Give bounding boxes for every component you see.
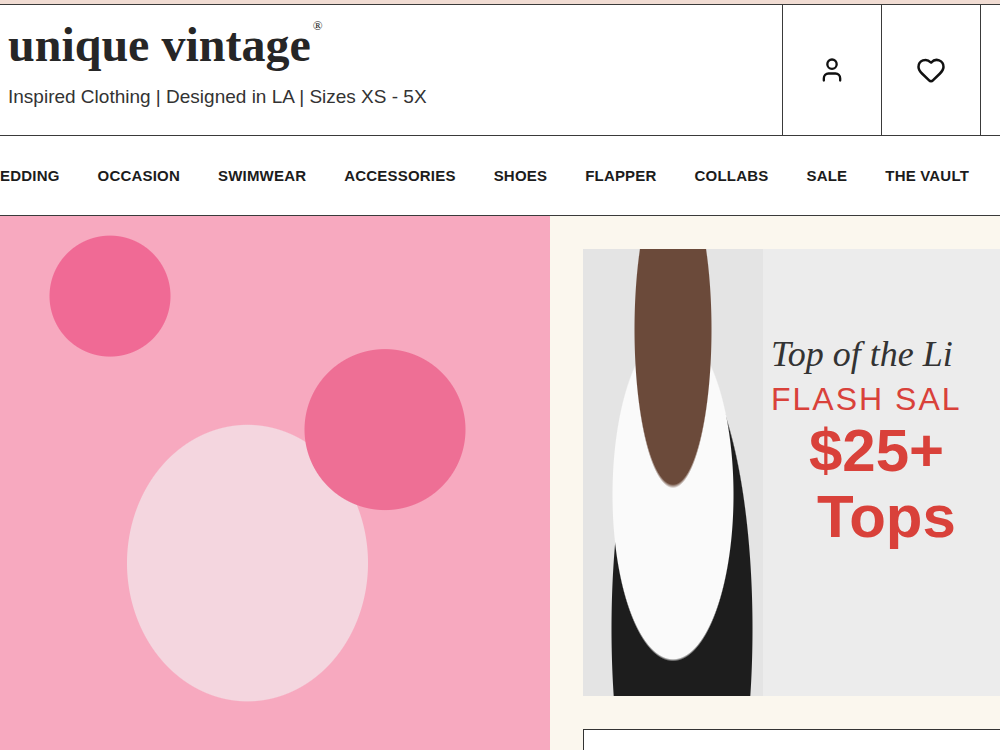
promo-headline: FLASH SAL	[771, 381, 962, 418]
nav-item[interactable]: OCCASION	[98, 167, 180, 184]
nav-item[interactable]: FLAPPER	[585, 167, 656, 184]
wishlist-button[interactable]	[881, 5, 980, 135]
logo[interactable]: unique vintage®	[8, 19, 782, 72]
promo-category: Tops	[817, 484, 956, 550]
site-header: unique vintage® Inspired Clothing | Desig…	[0, 4, 1000, 136]
nav-item[interactable]: COLLABS	[695, 167, 769, 184]
promo-photo	[583, 249, 763, 696]
nav-item[interactable]: SWIMWEAR	[218, 167, 306, 184]
nav-item[interactable]: EDDING	[0, 167, 60, 184]
tagline: Inspired Clothing | Designed in LA | Siz…	[8, 86, 782, 108]
account-icon	[818, 56, 846, 84]
promo-card[interactable]: Top of the Li FLASH SAL$25+Tops	[583, 249, 1000, 696]
account-button[interactable]	[782, 5, 881, 135]
nav-item[interactable]: ACCESSORIES	[344, 167, 455, 184]
nav-item[interactable]: SHOES	[494, 167, 548, 184]
next-card	[583, 729, 1000, 750]
brand: unique vintage® Inspired Clothing | Desig…	[0, 5, 782, 135]
nav-item[interactable]: THE VAULT	[885, 167, 969, 184]
page: unique vintage® Inspired Clothing | Desig…	[0, 0, 1000, 750]
hero-photo[interactable]	[0, 216, 550, 750]
nav-item[interactable]: SALE	[806, 167, 847, 184]
main-nav: EDDING OCCASION SWIMWEAR ACCESSORIES SHOES FL…	[0, 136, 1000, 216]
heart-icon	[916, 55, 946, 85]
promo-text: Top of the Li FLASH SAL$25+Tops	[763, 249, 1000, 696]
registered-mark: ®	[313, 18, 323, 33]
hero: Top of the Li FLASH SAL$25+Tops	[0, 216, 1000, 750]
promo-price: $25+	[809, 418, 944, 484]
promo-script: Top of the Li	[771, 333, 953, 375]
cart-button[interactable]	[980, 5, 1000, 135]
promo-panel: Top of the Li FLASH SAL$25+Tops	[550, 216, 1000, 750]
